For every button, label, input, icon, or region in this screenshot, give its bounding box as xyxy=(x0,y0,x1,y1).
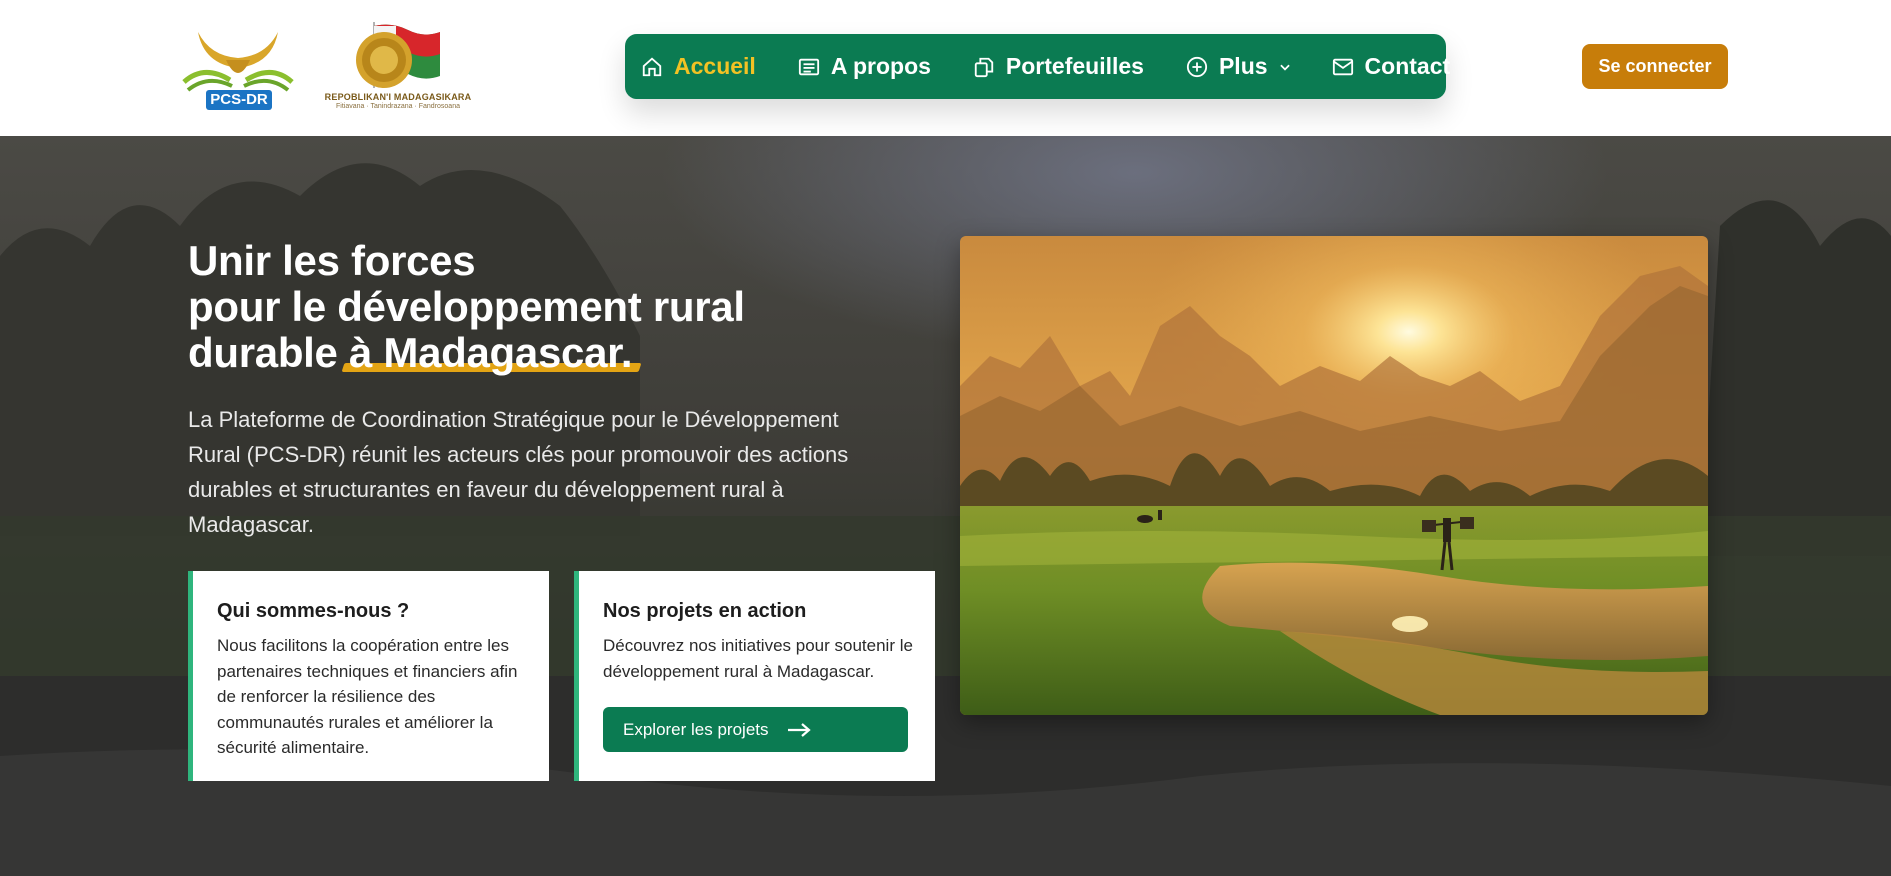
plus-circle-icon xyxy=(1186,56,1208,77)
site-header: PCS-DR REPOBLIKAN'I MADAGASIKARA Fitiava… xyxy=(0,0,1891,136)
explore-projects-label: Explorer les projets xyxy=(623,719,769,739)
pcs-dr-logo[interactable]: PCS-DR xyxy=(174,24,302,112)
hero-title-line-1: Unir les forces xyxy=(188,237,476,284)
nav-item-a-propos[interactable]: A propos xyxy=(798,34,931,99)
card-about: Qui sommes-nous ? Nous facilitons la coo… xyxy=(188,571,549,781)
hero-title: Unir les forces pour le développement ru… xyxy=(188,238,745,376)
login-button[interactable]: Se connecter xyxy=(1582,44,1728,89)
rice-field-sunset-image xyxy=(960,236,1708,715)
card-projects: Nos projets en action Découvrez nos init… xyxy=(574,571,935,781)
main-nav: Accueil A propos Portefeuilles Plus Cont… xyxy=(625,34,1450,99)
nav-label: A propos xyxy=(830,53,931,79)
madagascar-emblem[interactable]: REPOBLIKAN'I MADAGASIKARA Fitiavana · Ta… xyxy=(312,18,484,114)
card-text: Découvrez nos initiatives pour soutenir … xyxy=(603,636,913,681)
nav-label: Accueil xyxy=(674,53,756,79)
nav-label: Portefeuilles xyxy=(1005,53,1144,79)
home-icon xyxy=(642,57,662,76)
madagascar-seal-flag-icon xyxy=(356,22,440,88)
hero-title-prefix: durable xyxy=(188,329,349,376)
explore-projects-button[interactable]: Explorer les projets xyxy=(603,707,908,752)
emblem-motto: Fitiavana · Tanindrazana · Fandrosoana xyxy=(335,103,460,110)
pcs-dr-logo-text: PCS-DR xyxy=(206,90,272,110)
nav-item-plus[interactable]: Plus xyxy=(1186,34,1292,99)
hero-section: Unir les forces pour le développement ru… xyxy=(0,136,1891,876)
hero-title-line-3: durable à Madagascar. xyxy=(188,330,745,376)
card-title: Qui sommes-nous ? xyxy=(217,600,410,622)
nav-item-contact[interactable]: Contact xyxy=(1332,34,1451,99)
hero-title-highlight-text: à Madagascar. xyxy=(348,329,633,376)
files-icon xyxy=(974,57,994,77)
hero-title-highlight: à Madagascar. xyxy=(341,329,642,376)
list-icon xyxy=(798,58,819,75)
nav-item-portefeuilles[interactable]: Portefeuilles xyxy=(973,34,1144,99)
card-title: Nos projets en action xyxy=(603,600,807,622)
hero-photo xyxy=(960,236,1708,715)
mail-icon xyxy=(1332,58,1353,75)
hero-description: La Plateforme de Coordination Stratégiqu… xyxy=(188,407,849,537)
card-text: Nous facilitons la coopération entre les… xyxy=(217,636,518,757)
chevron-down-icon xyxy=(1279,64,1290,71)
nav-label: Plus xyxy=(1218,53,1268,79)
nav-item-accueil[interactable]: Accueil xyxy=(641,34,756,99)
emblem-caption: REPOBLIKAN'I MADAGASIKARA xyxy=(324,92,472,102)
nav-label: Contact xyxy=(1364,53,1451,79)
hero-title-line-2: pour le développement rural xyxy=(188,283,745,330)
arrow-right-icon xyxy=(787,722,811,737)
